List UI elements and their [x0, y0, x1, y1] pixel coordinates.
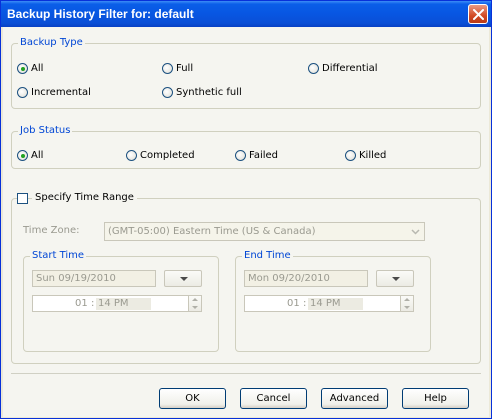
chevron-down-icon	[411, 229, 420, 235]
radio-icon	[235, 150, 246, 161]
radio-label: Incremental	[31, 87, 91, 98]
radio-icon	[308, 63, 319, 74]
radio-label: All	[31, 150, 44, 161]
radio-icon	[17, 87, 28, 98]
start-date-value: Sun 09/19/2010	[36, 273, 116, 284]
start-time-field[interactable]: 01 : 14 PM	[32, 295, 190, 312]
advanced-button[interactable]: Advanced	[321, 388, 388, 409]
radio-label: Full	[176, 63, 194, 74]
radio-label: Completed	[140, 150, 195, 161]
close-icon	[473, 9, 484, 20]
backup-type-legend: Backup Type	[18, 37, 85, 49]
spin-up-icon	[404, 298, 410, 301]
end-minute-ampm: 14 PM	[308, 298, 363, 310]
divider	[11, 373, 481, 374]
radio-label: Synthetic full	[176, 87, 242, 98]
end-hour: 01	[287, 298, 300, 309]
radio-label: Failed	[249, 150, 279, 161]
start-date-field[interactable]: Sun 09/19/2010	[32, 270, 156, 287]
window-title: Backup History Filter for: default	[7, 7, 194, 21]
dialog-window: Backup History Filter for: default Backu…	[0, 0, 492, 419]
time-range-group: Specify Time Range Time Zone: (GMT-05:00…	[11, 192, 481, 364]
end-date-value: Mon 09/20/2010	[248, 273, 330, 284]
end-time-group: End Time Mon 09/20/2010 01 : 14 PM	[235, 250, 431, 352]
end-date-field[interactable]: Mon 09/20/2010	[244, 270, 368, 287]
radio-selected-icon	[17, 63, 28, 74]
job-status-legend: Job Status	[18, 125, 73, 137]
start-hour: 01	[75, 298, 88, 309]
close-button[interactable]	[468, 4, 488, 24]
job-status-group: Job Status All Completed Failed Killed	[11, 125, 481, 169]
spin-up-icon	[192, 298, 198, 301]
spin-down-icon	[192, 306, 198, 309]
radio-label: All	[31, 63, 44, 74]
start-time-group: Start Time Sun 09/19/2010 01 : 14 PM	[23, 250, 219, 352]
backup-type-group: Backup Type All Full Differential Increm…	[11, 37, 481, 109]
start-minute-ampm: 14 PM	[96, 298, 151, 310]
end-date-picker-button[interactable]	[376, 270, 414, 287]
ok-button[interactable]: OK	[159, 388, 226, 409]
radio-icon	[345, 150, 356, 161]
end-time-field[interactable]: 01 : 14 PM	[244, 295, 402, 312]
radio-icon	[162, 63, 173, 74]
radio-selected-icon	[17, 150, 28, 161]
dropdown-arrow-icon	[392, 277, 400, 281]
dropdown-arrow-icon	[180, 277, 188, 281]
help-button[interactable]: Help	[402, 388, 469, 409]
radio-icon	[126, 150, 137, 161]
end-time-spinner[interactable]	[400, 295, 414, 312]
specify-time-range-checkbox[interactable]	[17, 193, 28, 204]
start-time-spinner[interactable]	[188, 295, 202, 312]
dialog-body: Backup Type All Full Differential Increm…	[3, 27, 489, 417]
radio-label: Killed	[359, 150, 387, 161]
radio-icon	[162, 87, 173, 98]
radio-label: Differential	[322, 63, 378, 74]
time-separator: :	[303, 298, 307, 309]
end-time-legend: End Time	[242, 250, 293, 262]
spin-down-icon	[404, 306, 410, 309]
time-separator: :	[91, 298, 95, 309]
time-zone-value: (GMT-05:00) Eastern Time (US & Canada)	[108, 226, 316, 237]
title-bar[interactable]: Backup History Filter for: default	[1, 1, 491, 27]
time-zone-label: Time Zone:	[23, 225, 80, 236]
cancel-button[interactable]: Cancel	[240, 388, 307, 409]
start-time-legend: Start Time	[30, 250, 87, 262]
time-zone-select[interactable]: (GMT-05:00) Eastern Time (US & Canada)	[104, 222, 425, 241]
specify-time-range-label: Specify Time Range	[32, 192, 137, 203]
start-date-picker-button[interactable]	[164, 270, 202, 287]
